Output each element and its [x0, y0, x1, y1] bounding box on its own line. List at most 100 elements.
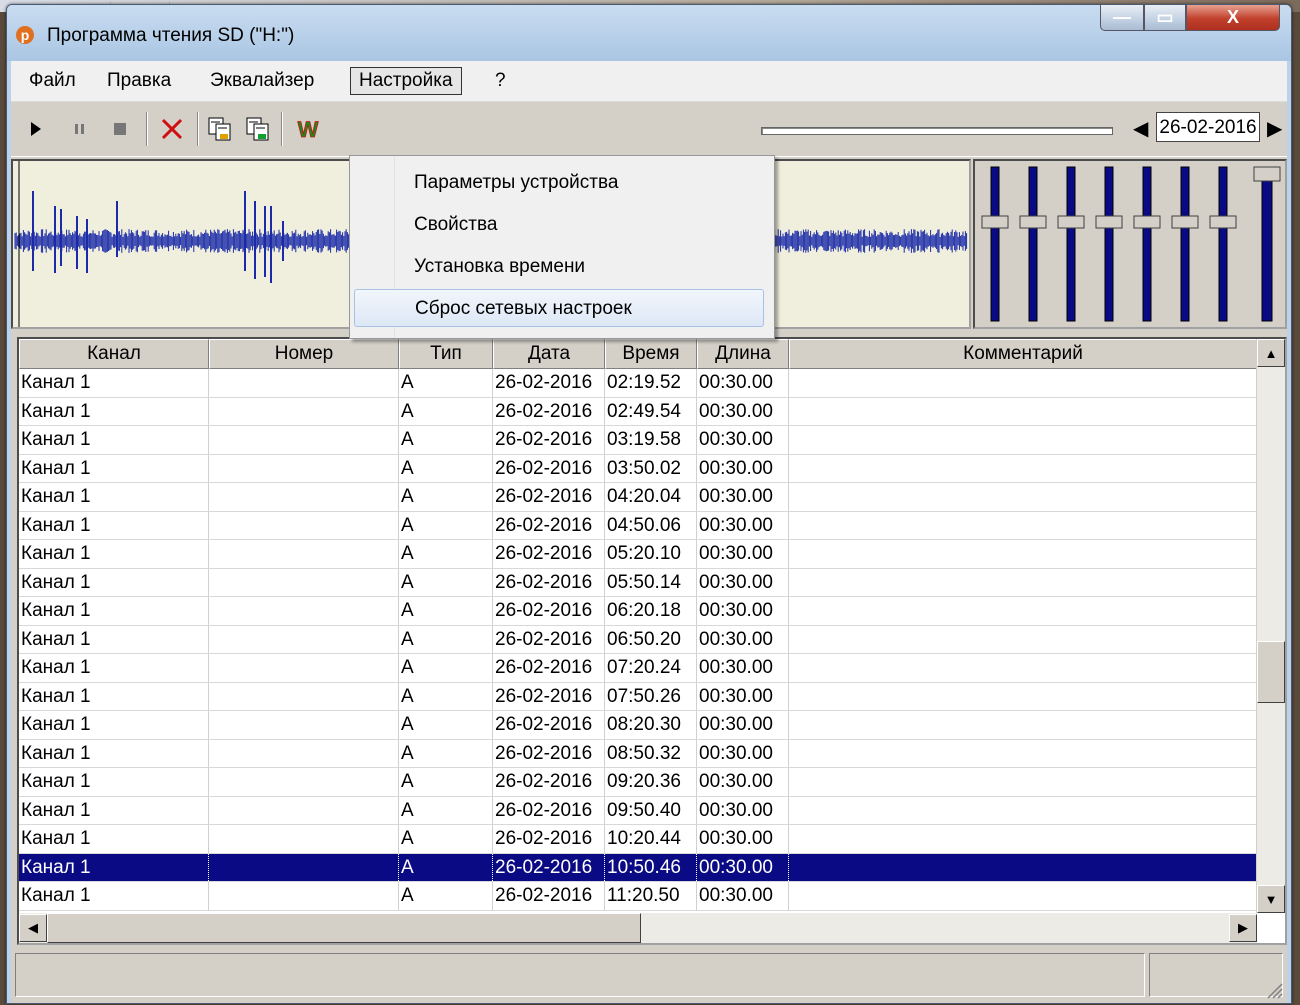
resize-grip-icon[interactable] [1265, 981, 1283, 999]
cell-length: 00:30.00 [697, 540, 789, 568]
scroll-down-button[interactable]: ▼ [1257, 885, 1285, 913]
cell-date: 26-02-2016 [493, 369, 605, 397]
pause-button[interactable] [67, 116, 93, 142]
table-row[interactable]: Канал 1 A 26-02-2016 03:50.02 00:30.00 [19, 454, 1257, 483]
table-row[interactable]: Канал 1 A 26-02-2016 09:20.36 00:30.00 [19, 768, 1257, 797]
column-header-length[interactable]: Длина [697, 339, 789, 369]
table-row[interactable]: Канал 1 A 26-02-2016 08:50.32 00:30.00 [19, 739, 1257, 768]
eq-band-knob[interactable] [1095, 215, 1123, 229]
scroll-thumb[interactable] [1257, 641, 1285, 703]
maximize-button[interactable]: ▭ [1144, 5, 1186, 31]
cell-date: 26-02-2016 [493, 511, 605, 539]
equalizer-graphic[interactable] [975, 161, 1285, 327]
cell-length: 00:30.00 [697, 768, 789, 796]
eq-band-track[interactable] [1142, 166, 1152, 322]
table-row[interactable]: Канал 1 A 26-02-2016 07:50.26 00:30.00 [19, 682, 1257, 711]
eq-band-knob[interactable] [1019, 215, 1047, 229]
column-header-comment[interactable]: Комментарий [789, 339, 1257, 369]
eq-band-track[interactable] [1218, 166, 1228, 322]
table-row[interactable]: Канал 1 A 26-02-2016 04:50.06 00:30.00 [19, 511, 1257, 540]
table-row[interactable]: Канал 1 A 26-02-2016 10:50.46 00:30.00 [19, 853, 1257, 882]
horizontal-scrollbar[interactable]: ◀ ▶ [19, 913, 1257, 943]
toolbar: W ◀ 26-02-2016 ▶ [11, 102, 1287, 157]
column-header-type[interactable]: Тип [399, 339, 493, 369]
column-header-date[interactable]: Дата [493, 339, 605, 369]
table-row[interactable]: Канал 1 A 26-02-2016 09:50.40 00:30.00 [19, 796, 1257, 825]
export-button[interactable] [207, 116, 233, 142]
cell-number [209, 511, 399, 539]
title-bar[interactable]: p Программа чтения SD ("H:") — ▭ X [7, 5, 1291, 61]
menu-item-device-parameters[interactable]: Параметры устройства [354, 164, 764, 202]
scroll-up-button[interactable]: ▲ [1257, 339, 1285, 367]
cell-comment [789, 825, 1257, 853]
scroll-right-button[interactable]: ▶ [1229, 914, 1257, 942]
cell-length: 00:30.00 [697, 739, 789, 767]
vertical-scrollbar[interactable]: ▲ ▼ [1256, 339, 1285, 913]
eq-band-track[interactable] [1180, 166, 1190, 322]
cell-comment [789, 454, 1257, 482]
scroll-left-button[interactable]: ◀ [19, 914, 47, 942]
menu-file[interactable]: Файл [21, 68, 84, 94]
eq-band-knob[interactable] [1171, 215, 1199, 229]
client-area: Файл Правка Эквалайзер Настройка ? W ◀ 2… [11, 61, 1287, 1003]
table-row[interactable]: Канал 1 A 26-02-2016 03:19.58 00:30.00 [19, 426, 1257, 455]
table-row[interactable]: Канал 1 A 26-02-2016 02:19.52 00:30.00 [19, 369, 1257, 398]
menu-settings[interactable]: Настройка [350, 67, 462, 95]
cell-length: 00:30.00 [697, 654, 789, 682]
table-row[interactable]: Канал 1 A 26-02-2016 06:50.20 00:30.00 [19, 625, 1257, 654]
cell-number [209, 625, 399, 653]
delete-button[interactable] [159, 116, 185, 142]
column-header-number[interactable]: Номер [209, 339, 399, 369]
date-prev-arrow[interactable]: ◀ [1133, 116, 1148, 141]
table-row[interactable]: Канал 1 A 26-02-2016 02:49.54 00:30.00 [19, 397, 1257, 426]
menu-item-properties[interactable]: Свойства [354, 206, 764, 244]
date-next-arrow[interactable]: ▶ [1267, 116, 1282, 141]
menu-edit[interactable]: Правка [99, 68, 179, 94]
eq-band-knob[interactable] [1209, 215, 1237, 229]
menu-equalizer[interactable]: Эквалайзер [202, 68, 322, 94]
eq-band-track[interactable] [990, 166, 1000, 322]
column-header-channel[interactable]: Канал [19, 339, 209, 369]
position-slider[interactable] [761, 127, 1113, 135]
export-all-button[interactable] [245, 116, 271, 142]
volume-track[interactable] [1261, 166, 1273, 322]
table-row[interactable]: Канал 1 A 26-02-2016 10:20.44 00:30.00 [19, 825, 1257, 854]
minimize-button[interactable]: — [1100, 5, 1144, 31]
eq-band-knob[interactable] [1057, 215, 1085, 229]
table-row[interactable]: Канал 1 A 26-02-2016 04:20.04 00:30.00 [19, 483, 1257, 512]
table-row[interactable]: Канал 1 A 26-02-2016 05:20.10 00:30.00 [19, 540, 1257, 569]
column-header-time[interactable]: Время [605, 339, 697, 369]
stop-button[interactable] [107, 116, 133, 142]
menu-help[interactable]: ? [487, 68, 514, 94]
toolbar-separator [197, 112, 199, 146]
cell-comment [789, 739, 1257, 767]
menu-item-set-time[interactable]: Установка времени [354, 248, 764, 286]
table-row[interactable]: Канал 1 A 26-02-2016 06:20.18 00:30.00 [19, 597, 1257, 626]
eq-band-track[interactable] [1066, 166, 1076, 322]
date-field[interactable]: 26-02-2016 [1156, 112, 1260, 142]
cell-number [209, 369, 399, 397]
cell-date: 26-02-2016 [493, 568, 605, 596]
cell-time: 05:20.10 [605, 540, 697, 568]
table-row[interactable]: Канал 1 A 26-02-2016 11:20.50 00:30.00 [19, 882, 1257, 911]
cell-time: 06:20.18 [605, 597, 697, 625]
table-row[interactable]: Канал 1 A 26-02-2016 07:20.24 00:30.00 [19, 654, 1257, 683]
eq-band-track[interactable] [1104, 166, 1114, 322]
close-button[interactable]: X [1186, 5, 1280, 31]
eq-band-knob[interactable] [1133, 215, 1161, 229]
wave-icon: W [297, 117, 319, 141]
cell-comment [789, 568, 1257, 596]
menu-item-reset-network[interactable]: Сброс сетевых настроек [354, 289, 764, 327]
eq-band-knob[interactable] [981, 215, 1009, 229]
table-row[interactable]: Канал 1 A 26-02-2016 05:50.14 00:30.00 [19, 568, 1257, 597]
cell-channel: Канал 1 [19, 654, 209, 682]
volume-knob[interactable] [1253, 166, 1281, 182]
wave-button[interactable]: W [291, 116, 325, 142]
table-row[interactable]: Канал 1 A 26-02-2016 08:20.30 00:30.00 [19, 711, 1257, 740]
play-button[interactable] [23, 116, 49, 142]
cell-channel: Канал 1 [19, 882, 209, 910]
eq-band-track[interactable] [1028, 166, 1038, 322]
hscroll-thumb[interactable] [47, 913, 641, 943]
cell-type: A [399, 568, 493, 596]
cell-type: A [399, 711, 493, 739]
